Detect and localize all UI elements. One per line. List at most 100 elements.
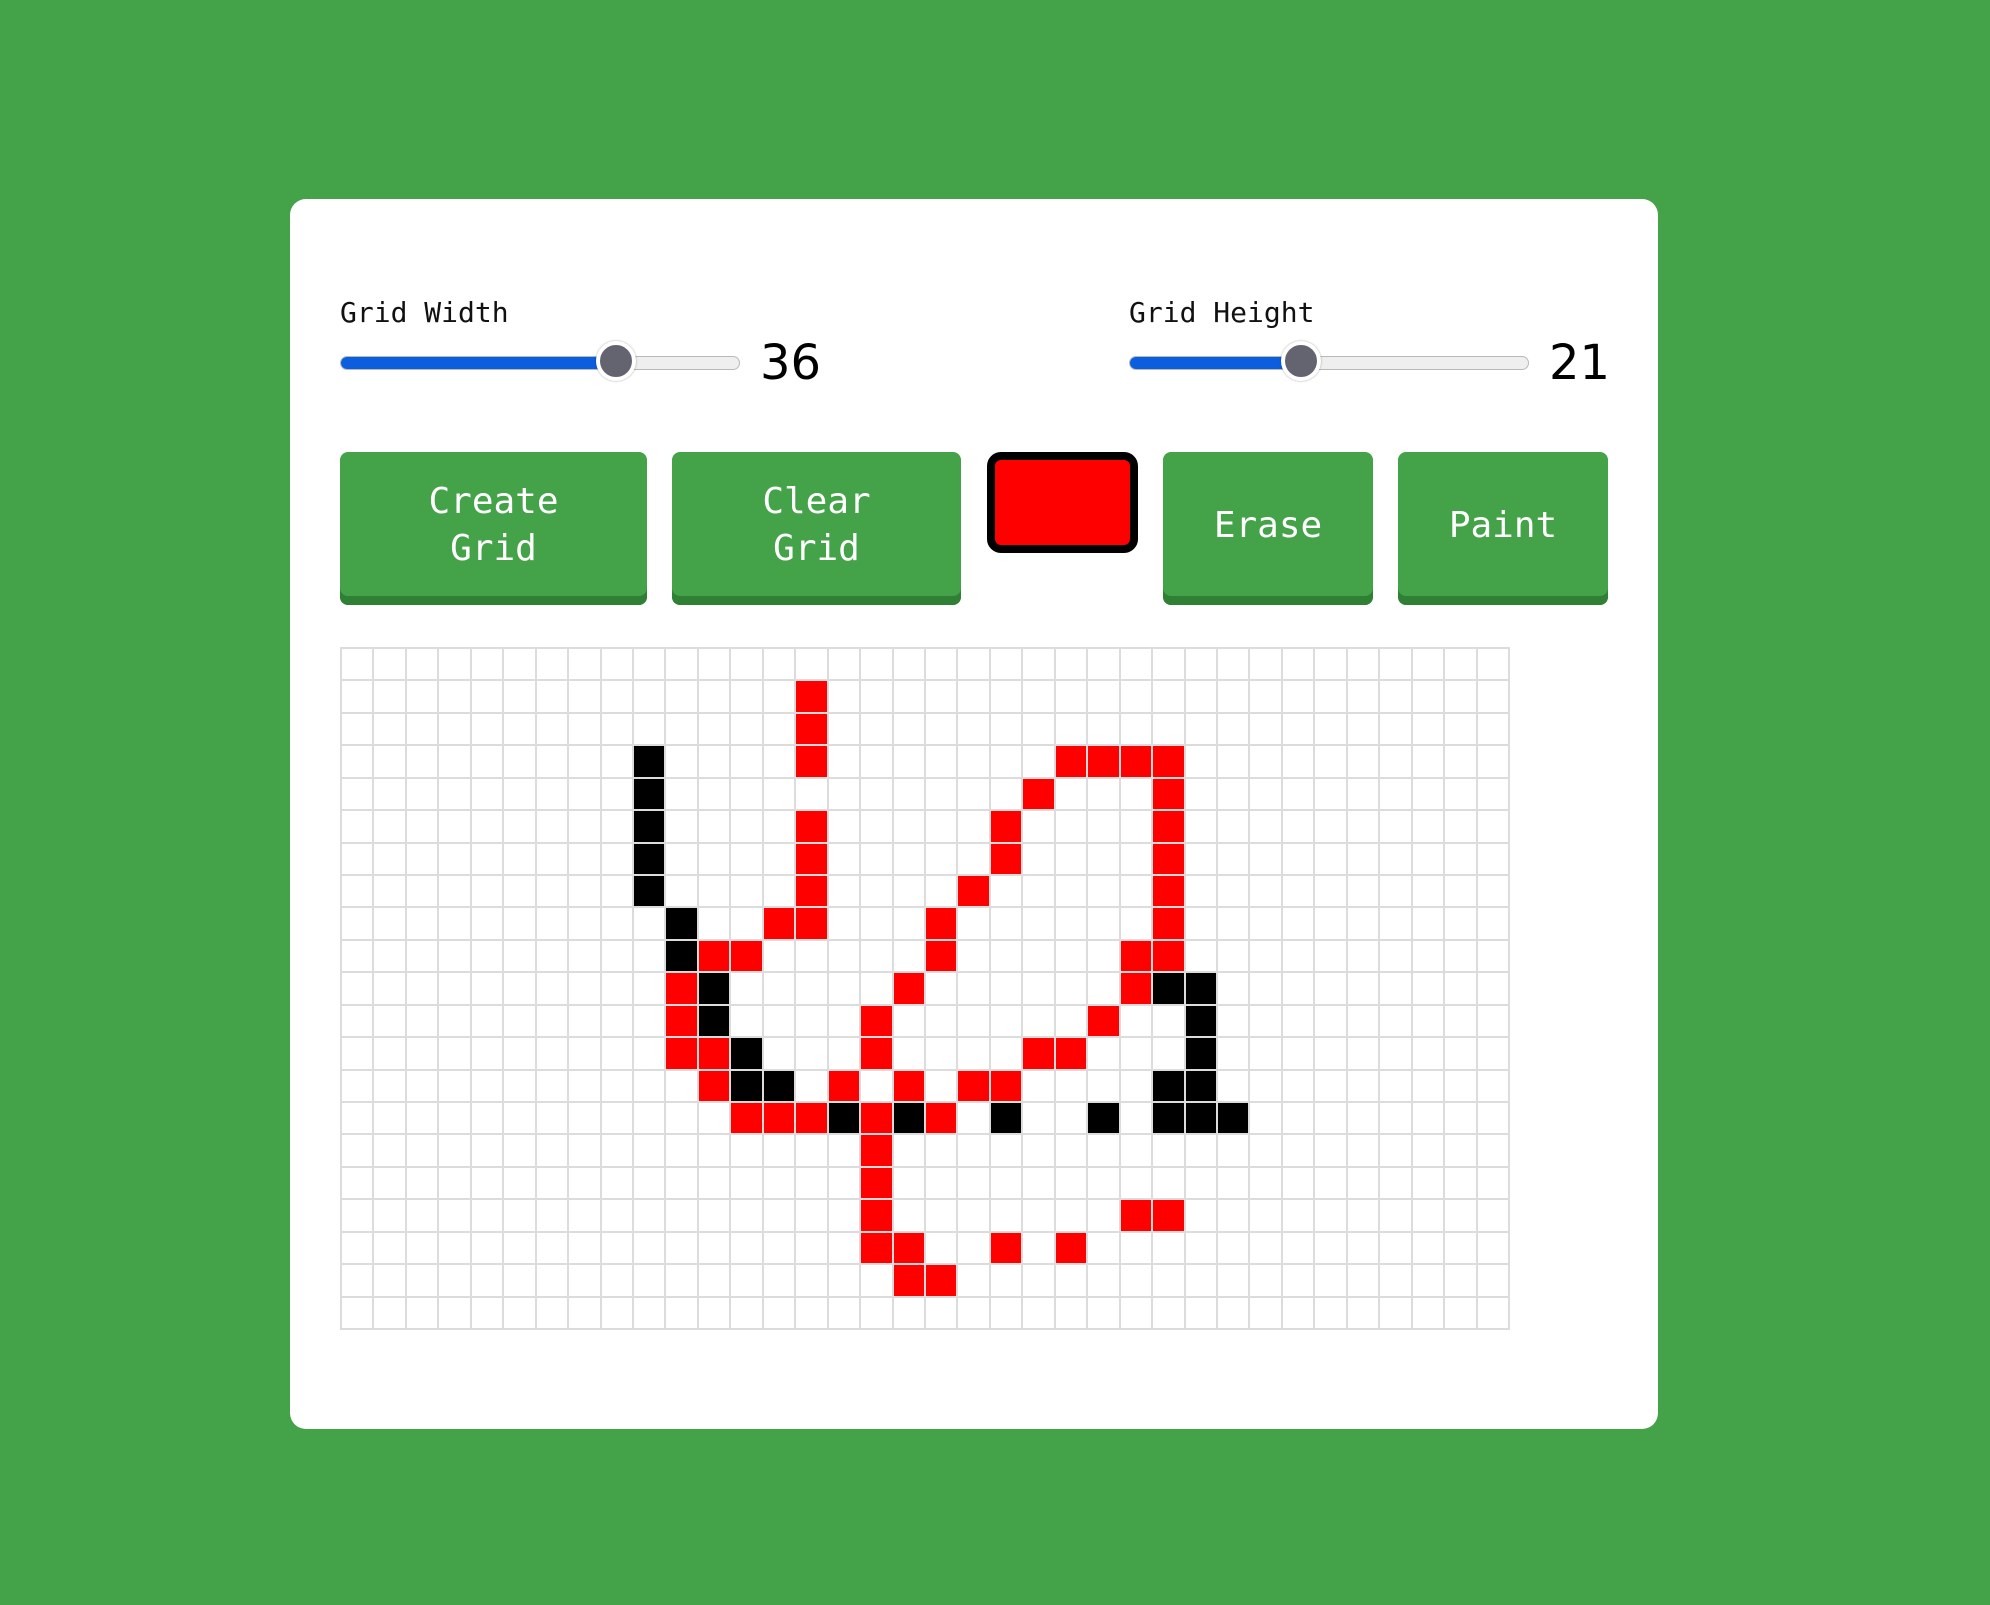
- grid-cell[interactable]: [1120, 1297, 1154, 1330]
- grid-cell[interactable]: [374, 1167, 407, 1201]
- grid-cell[interactable]: [1023, 1038, 1056, 1071]
- grid-cell[interactable]: [666, 875, 699, 909]
- grid-cell[interactable]: [861, 1200, 894, 1233]
- grid-cell[interactable]: [1153, 713, 1186, 747]
- grid-cell[interactable]: [1055, 1135, 1089, 1168]
- grid-cell[interactable]: [1477, 713, 1510, 747]
- grid-cell[interactable]: [763, 1102, 797, 1136]
- grid-cell[interactable]: [342, 778, 375, 812]
- grid-cell[interactable]: [342, 973, 375, 1006]
- grid-cell[interactable]: [1055, 649, 1089, 682]
- grid-cell[interactable]: [893, 649, 926, 682]
- grid-cell[interactable]: [731, 1038, 764, 1071]
- grid-cell[interactable]: [536, 811, 570, 844]
- grid-cell[interactable]: [569, 713, 602, 747]
- grid-cell[interactable]: [925, 1232, 959, 1266]
- grid-cell[interactable]: [1055, 1200, 1089, 1233]
- grid-cell[interactable]: [406, 811, 440, 844]
- grid-cell[interactable]: [731, 681, 764, 714]
- grid-cell[interactable]: [666, 1070, 699, 1103]
- grid-cell[interactable]: [536, 1038, 570, 1071]
- grid-cell[interactable]: [1217, 1200, 1251, 1233]
- grid-cell[interactable]: [1347, 1005, 1381, 1039]
- grid-cell[interactable]: [1412, 1102, 1446, 1136]
- grid-cell[interactable]: [1055, 940, 1089, 974]
- grid-cell[interactable]: [342, 1135, 375, 1168]
- grid-cell[interactable]: [1055, 1232, 1089, 1266]
- grid-cell[interactable]: [569, 1297, 602, 1330]
- grid-cell[interactable]: [731, 713, 764, 747]
- grid-cell[interactable]: [666, 908, 699, 941]
- grid-cell[interactable]: [1088, 940, 1121, 974]
- grid-cell[interactable]: [958, 875, 991, 909]
- grid-cell[interactable]: [1185, 875, 1218, 909]
- grid-cell[interactable]: [601, 1167, 634, 1201]
- grid-cell[interactable]: [601, 1102, 634, 1136]
- grid-cell[interactable]: [731, 1232, 764, 1266]
- grid-cell[interactable]: [536, 973, 570, 1006]
- grid-cell[interactable]: [633, 1070, 667, 1103]
- grid-cell[interactable]: [601, 1038, 634, 1071]
- grid-cell[interactable]: [1282, 843, 1316, 876]
- grid-cell[interactable]: [1445, 1135, 1478, 1168]
- grid-cell[interactable]: [861, 940, 894, 974]
- grid-cell[interactable]: [536, 940, 570, 974]
- grid-cell[interactable]: [1477, 908, 1510, 941]
- grid-cell[interactable]: [504, 649, 537, 682]
- grid-cell[interactable]: [342, 908, 375, 941]
- grid-cell[interactable]: [1380, 681, 1413, 714]
- grid-cell[interactable]: [1120, 973, 1154, 1006]
- grid-cell[interactable]: [925, 713, 959, 747]
- grid-cell[interactable]: [828, 778, 862, 812]
- grid-cell[interactable]: [958, 1070, 991, 1103]
- grid-cell[interactable]: [1445, 843, 1478, 876]
- grid-cell[interactable]: [796, 681, 829, 714]
- grid-cell[interactable]: [1055, 843, 1089, 876]
- grid-cell[interactable]: [633, 940, 667, 974]
- grid-cell[interactable]: [666, 681, 699, 714]
- grid-cell[interactable]: [1347, 1232, 1381, 1266]
- grid-cell[interactable]: [406, 973, 440, 1006]
- grid-cell[interactable]: [861, 811, 894, 844]
- clear-grid-button[interactable]: Clear Grid: [672, 452, 961, 605]
- grid-cell[interactable]: [1120, 681, 1154, 714]
- grid-cell[interactable]: [1120, 649, 1154, 682]
- grid-cell[interactable]: [569, 778, 602, 812]
- grid-cell[interactable]: [342, 1167, 375, 1201]
- grid-cell[interactable]: [633, 681, 667, 714]
- grid-cell[interactable]: [763, 1167, 797, 1201]
- grid-cell[interactable]: [1347, 875, 1381, 909]
- grid-cell[interactable]: [1185, 1070, 1218, 1103]
- grid-cell[interactable]: [1023, 681, 1056, 714]
- grid-cell[interactable]: [958, 1167, 991, 1201]
- grid-cell[interactable]: [1023, 746, 1056, 779]
- grid-cell[interactable]: [504, 681, 537, 714]
- grid-cell[interactable]: [1153, 811, 1186, 844]
- grid-cell[interactable]: [1412, 1070, 1446, 1103]
- grid-cell[interactable]: [471, 1265, 505, 1298]
- grid-cell[interactable]: [601, 649, 634, 682]
- grid-cell[interactable]: [1153, 1232, 1186, 1266]
- grid-cell[interactable]: [1412, 843, 1446, 876]
- grid-cell[interactable]: [601, 940, 634, 974]
- grid-cell[interactable]: [1185, 811, 1218, 844]
- grid-cell[interactable]: [342, 940, 375, 974]
- grid-cell[interactable]: [342, 649, 375, 682]
- grid-cell[interactable]: [796, 1200, 829, 1233]
- grid-cell[interactable]: [633, 811, 667, 844]
- grid-cell[interactable]: [1315, 1297, 1348, 1330]
- grid-cell[interactable]: [861, 1102, 894, 1136]
- grid-cell[interactable]: [601, 908, 634, 941]
- grid-cell[interactable]: [666, 713, 699, 747]
- grid-cell[interactable]: [1120, 1265, 1154, 1298]
- grid-cell[interactable]: [601, 1232, 634, 1266]
- grid-cell[interactable]: [1445, 811, 1478, 844]
- grid-cell[interactable]: [990, 778, 1024, 812]
- grid-cell[interactable]: [990, 1297, 1024, 1330]
- grid-cell[interactable]: [1282, 1297, 1316, 1330]
- grid-cell[interactable]: [439, 649, 472, 682]
- grid-cell[interactable]: [698, 1102, 732, 1136]
- grid-cell[interactable]: [1250, 1038, 1283, 1071]
- grid-cell[interactable]: [925, 1265, 959, 1298]
- grid-cell[interactable]: [1217, 1135, 1251, 1168]
